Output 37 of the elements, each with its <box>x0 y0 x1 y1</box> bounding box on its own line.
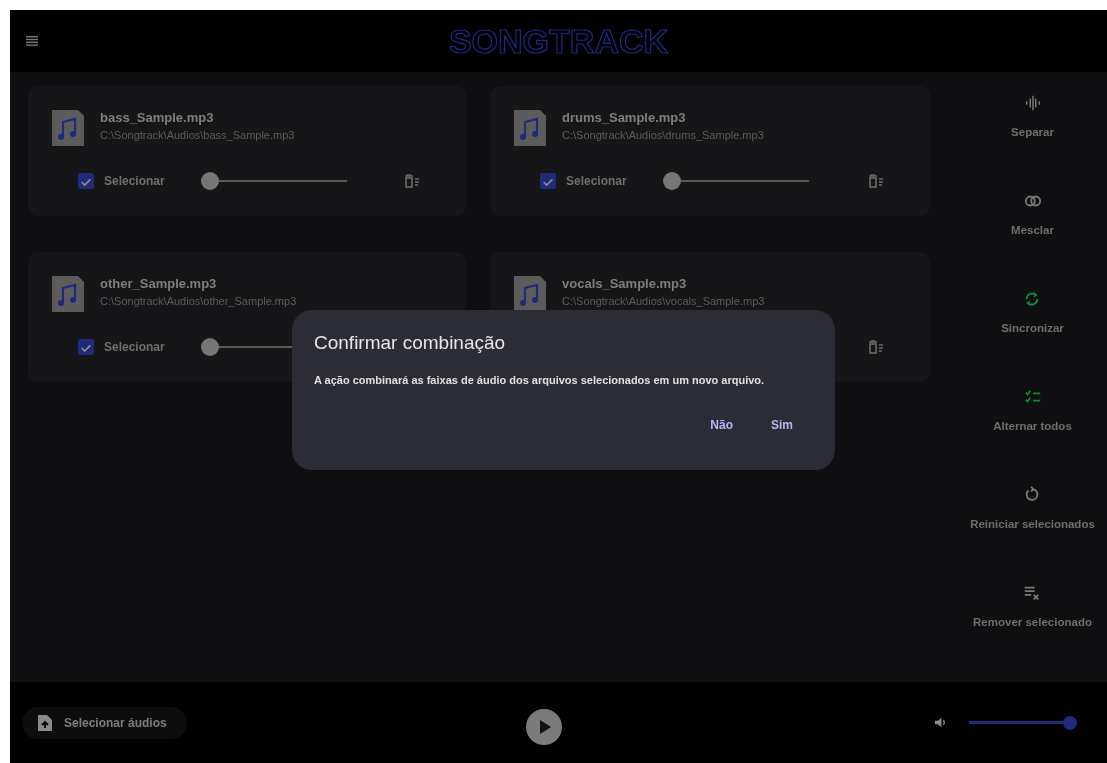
dialog-button[interactable]: Sim <box>759 412 805 438</box>
checkbox[interactable] <box>540 173 556 189</box>
file-name: other_Sample.mp3 <box>100 276 218 291</box>
app-logo: SONGTRACK <box>448 21 669 61</box>
file-name: bass_Sample.mp3 <box>100 110 215 125</box>
tool-button[interactable]: Separar <box>1011 94 1054 192</box>
dialog-button[interactable]: Não <box>698 412 745 438</box>
checkbox[interactable] <box>78 339 94 355</box>
file-path: C:\Songtrack\Audios\other_Sample.mp3 <box>100 295 297 307</box>
tool-button[interactable]: Alternar todos <box>993 388 1072 486</box>
select-label: Selecionar <box>104 174 165 188</box>
menu-icon[interactable] <box>26 36 38 46</box>
file-path: C:\Songtrack\Audios\bass_Sample.mp3 <box>100 129 295 141</box>
tool-button[interactable]: Sincronizar <box>1001 290 1064 388</box>
file-upload-icon <box>38 714 52 731</box>
file-path: C:\Songtrack\Audios\drums_Sample.mp3 <box>562 129 764 141</box>
music-file-icon <box>52 110 84 146</box>
delete-icon[interactable] <box>404 174 420 188</box>
select-label: Selecionar <box>566 174 627 188</box>
music-file-icon <box>514 276 546 312</box>
delete-icon[interactable] <box>868 340 884 354</box>
volume-icon[interactable] <box>934 716 947 729</box>
tool-button[interactable]: Mesclar <box>1011 192 1054 290</box>
checkbox[interactable] <box>78 173 94 189</box>
dialog-message: A ação combinará as faixas de áudio dos arquivos selecionados em um novo arquivo. <box>314 374 766 386</box>
tool-button[interactable]: Remover selecionado <box>973 584 1092 682</box>
file-name: drums_Sample.mp3 <box>562 110 687 125</box>
select-label: Selecionar <box>104 340 165 354</box>
delete-icon[interactable] <box>868 174 884 188</box>
play-button[interactable] <box>526 709 562 745</box>
tool-button[interactable]: Reiniciar selecionados <box>970 486 1095 584</box>
select-audio-button[interactable]: Selecionar áudios <box>22 706 187 739</box>
file-path: C:\Songtrack\Audios\vocals_Sample.mp3 <box>562 295 765 307</box>
music-file-icon <box>52 276 84 312</box>
music-file-icon <box>514 110 546 146</box>
dialog-title: Confirmar combinação <box>314 332 507 354</box>
file-name: vocals_Sample.mp3 <box>562 276 688 291</box>
